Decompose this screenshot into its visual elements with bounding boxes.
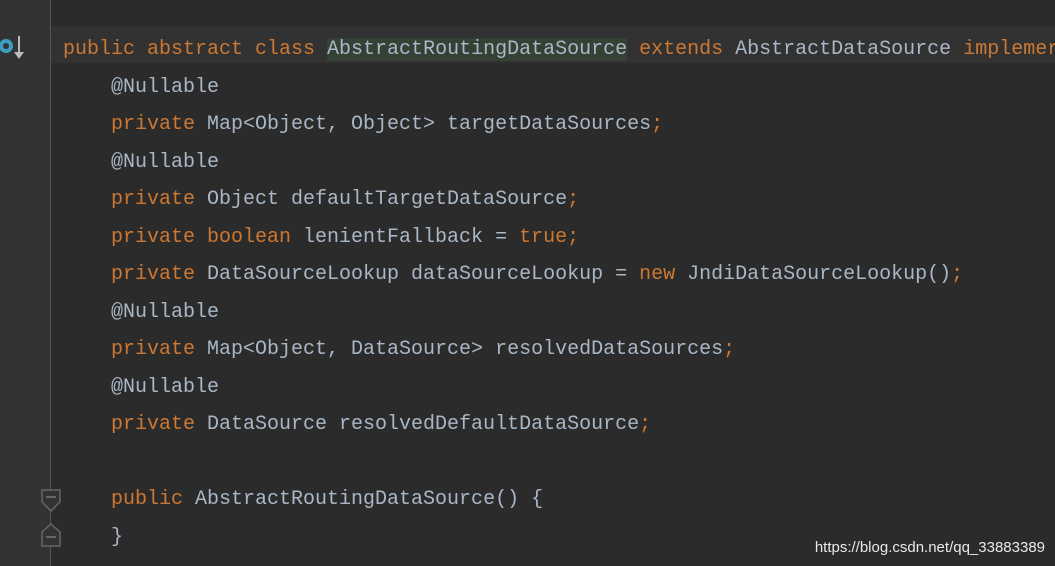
code-token: JndiDataSourceLookup(): [687, 263, 952, 286]
code-token: private: [111, 413, 208, 436]
implemented-override-icon[interactable]: [0, 34, 30, 62]
code-token: implemer: [963, 38, 1055, 61]
code-token: DataSourceLookup dataSourceLookup =: [207, 263, 640, 286]
code-token: Map<Object, Object> targetDataSources: [207, 113, 652, 136]
code-token: AbstractRoutingDataSource: [327, 38, 628, 61]
code-token: ;: [639, 413, 652, 436]
code-line[interactable]: [63, 444, 1055, 482]
code-token: private: [111, 263, 208, 286]
code-line[interactable]: private Map<Object, Object> targetDataSo…: [63, 106, 1055, 144]
code-line[interactable]: public abstract class AbstractRoutingDat…: [63, 31, 1055, 69]
fold-end-icon[interactable]: [40, 522, 62, 548]
code-token: public: [111, 488, 196, 511]
code-editor[interactable]: public abstract class AbstractRoutingDat…: [63, 31, 1055, 556]
code-token: @Nullable: [111, 300, 220, 324]
code-token: ;: [651, 113, 664, 136]
code-line[interactable]: @Nullable: [63, 144, 1055, 182]
code-line[interactable]: @Nullable: [63, 69, 1055, 107]
code-token: Map<Object, DataSource> resolvedDataSour…: [207, 338, 724, 361]
code-line[interactable]: private Map<Object, DataSource> resolved…: [63, 331, 1055, 369]
code-token: ;: [951, 263, 964, 286]
code-token: @Nullable: [111, 75, 220, 99]
code-token: private: [111, 188, 208, 211]
code-token: DataSource resolvedDefaultDataSource: [207, 413, 640, 436]
code-line[interactable]: private boolean lenientFallback = true;: [63, 219, 1055, 257]
code-line[interactable]: private DataSourceLookup dataSourceLooku…: [63, 256, 1055, 294]
code-line[interactable]: public AbstractRoutingDataSource() {: [63, 481, 1055, 519]
code-token: }: [111, 525, 124, 549]
code-token: AbstractRoutingDataSource() {: [195, 488, 544, 511]
code-line[interactable]: @Nullable: [63, 369, 1055, 407]
code-token: ;: [723, 338, 736, 361]
code-token: private: [111, 338, 208, 361]
code-token: Object defaultTargetDataSource: [207, 188, 568, 211]
code-token: private: [111, 113, 208, 136]
code-line[interactable]: @Nullable: [63, 294, 1055, 332]
code-token: public abstract class: [63, 38, 328, 61]
code-token: new: [639, 263, 688, 286]
code-token: ;: [567, 188, 580, 211]
code-line[interactable]: private Object defaultTargetDataSource;: [63, 181, 1055, 219]
code-token: private boolean: [111, 225, 304, 249]
code-token: extends: [627, 38, 736, 61]
code-token: lenientFallback =: [303, 225, 520, 249]
gutter-divider: [50, 0, 51, 566]
code-token: AbstractDataSource: [735, 38, 964, 61]
code-token: @Nullable: [111, 375, 220, 399]
fold-start-icon[interactable]: [40, 488, 62, 514]
editor-gutter: [0, 0, 50, 566]
watermark: https://blog.csdn.net/qq_33883389: [814, 539, 1045, 556]
code-token: true;: [519, 225, 580, 249]
code-token: @Nullable: [111, 150, 220, 174]
code-line[interactable]: private DataSource resolvedDefaultDataSo…: [63, 406, 1055, 444]
